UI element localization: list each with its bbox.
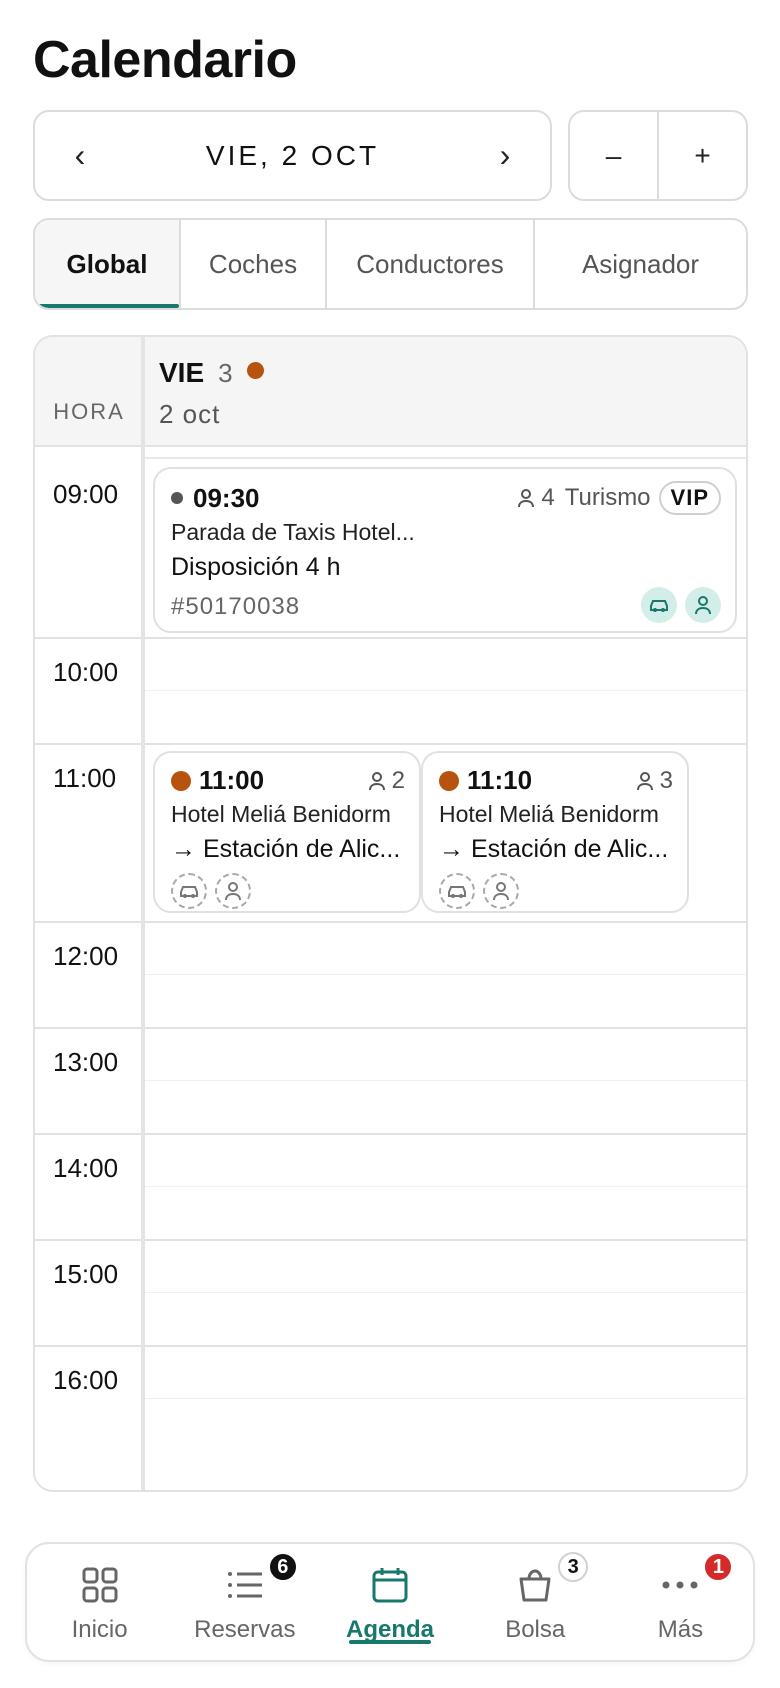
car-assigned-icon[interactable] — [641, 587, 677, 623]
page-title: Calendario — [33, 31, 297, 89]
view-tabs: Global Coches Conductores Asignador — [33, 218, 748, 310]
day-date: 2 oct — [159, 399, 221, 429]
day-name: VIE — [159, 357, 205, 388]
tab-inicio[interactable]: Inicio — [27, 1544, 172, 1660]
day-calendar: HORA VIE 3 2 oct 09:00 10:00 11:00 12:00 … — [33, 335, 748, 1492]
calendar-icon — [367, 1562, 413, 1608]
status-dot — [439, 770, 459, 791]
zoom-controls: – + — [568, 110, 748, 201]
tab-label: Más — [657, 1616, 704, 1643]
vehicle-type: Turismo — [564, 484, 651, 511]
event-origin: Hotel Meliá Benidorm — [171, 801, 391, 827]
driver-unassigned-icon[interactable] — [483, 873, 519, 909]
event-card[interactable]: 09:30 4 Turismo VIP Parada de Taxis Hote… — [153, 467, 737, 633]
tab-mas[interactable]: 1 Más — [608, 1544, 753, 1660]
hour-label: 13:00 — [53, 1047, 119, 1077]
date-navigator: ‹ VIE, 2 OCT › — [33, 110, 552, 201]
mas-badge: 1 — [703, 1552, 734, 1582]
hora-label: HORA — [53, 399, 125, 424]
event-card[interactable]: 11:00 2 Hotel Meliá Benidorm → Estación … — [153, 751, 421, 913]
driver-unassigned-icon[interactable] — [215, 873, 251, 909]
tab-label: Reservas — [194, 1616, 296, 1643]
bag-icon: 3 — [512, 1552, 589, 1608]
day-status-dot — [246, 362, 264, 379]
reservas-badge: 6 — [267, 1552, 298, 1582]
hour-label: 10:00 — [53, 657, 119, 687]
tab-label: Agenda — [346, 1616, 435, 1643]
day-column-header[interactable]: VIE 3 2 oct — [159, 357, 264, 430]
all-day-strip — [145, 449, 746, 459]
next-day-button[interactable]: › — [490, 137, 520, 174]
event-time: 09:30 — [193, 482, 260, 513]
event-time: 11:10 — [467, 765, 533, 795]
event-origin: Hotel Meliá Benidorm — [439, 801, 659, 827]
hour-label: 09:00 — [53, 479, 119, 509]
zoom-in-button[interactable]: + — [657, 112, 746, 199]
passenger-count: 3 — [659, 766, 673, 794]
tab-asignador[interactable]: Asignador — [533, 220, 746, 308]
person-icon — [636, 771, 653, 790]
passenger-count: 4 — [541, 484, 555, 511]
tab-label: Inicio — [71, 1616, 128, 1643]
hour-label: 12:00 — [53, 941, 119, 971]
hour-label: 15:00 — [53, 1259, 119, 1289]
prev-day-button[interactable]: ‹ — [65, 137, 95, 174]
tab-coches[interactable]: Coches — [179, 220, 325, 308]
hour-label: 14:00 — [53, 1153, 119, 1183]
event-destination: → Estación de Alic... — [171, 835, 401, 863]
event-destination: → Estación de Alic... — [439, 835, 669, 863]
event-time: 11:00 — [199, 765, 265, 795]
day-event-count: 3 — [218, 358, 233, 388]
car-unassigned-icon[interactable] — [439, 873, 475, 909]
hour-label: 16:00 — [53, 1365, 119, 1395]
grid-icon — [77, 1562, 123, 1608]
status-dot — [171, 770, 191, 791]
tab-reservas[interactable]: 6 Reservas — [172, 1544, 317, 1660]
tab-global[interactable]: Global — [35, 220, 179, 308]
list-icon: 6 — [222, 1552, 298, 1608]
tab-bolsa[interactable]: 3 Bolsa — [463, 1544, 608, 1660]
driver-assigned-icon[interactable] — [685, 587, 721, 623]
current-date[interactable]: VIE, 2 OCT — [206, 140, 379, 172]
zoom-out-button[interactable]: – — [570, 112, 657, 199]
bottom-tab-bar: Inicio 6 Reservas Agenda 3 Bolsa 1 Más — [25, 1542, 755, 1662]
tab-conductores[interactable]: Conductores — [325, 220, 533, 308]
more-icon: 1 — [657, 1552, 734, 1608]
event-reference: #50170038 — [171, 593, 301, 620]
event-service: Disposición 4 h — [171, 553, 341, 581]
person-icon — [368, 771, 385, 790]
time-column-divider — [141, 337, 145, 1490]
status-dot — [171, 492, 183, 504]
tab-label: Bolsa — [505, 1616, 566, 1643]
tab-agenda[interactable]: Agenda — [317, 1544, 462, 1660]
person-icon — [518, 489, 535, 508]
bolsa-badge: 3 — [558, 1552, 589, 1582]
event-card[interactable]: 11:10 3 Hotel Meliá Benidorm → Estación … — [421, 751, 689, 913]
car-unassigned-icon[interactable] — [171, 873, 207, 909]
passenger-count: 2 — [391, 766, 405, 794]
vip-badge: VIP — [658, 481, 721, 515]
hour-label: 11:00 — [53, 763, 117, 793]
event-origin: Parada de Taxis Hotel... — [171, 519, 415, 545]
